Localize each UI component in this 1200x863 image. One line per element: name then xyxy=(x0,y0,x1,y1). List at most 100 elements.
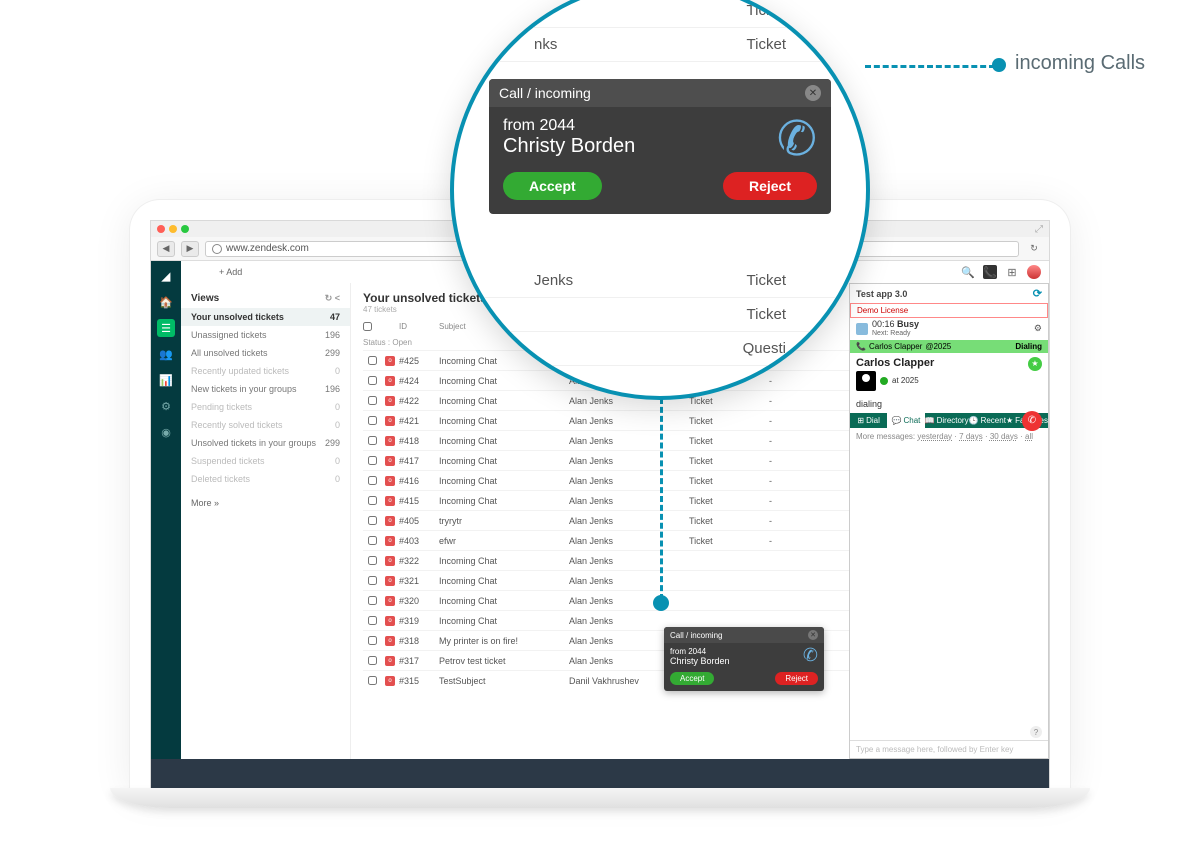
status-badge: o xyxy=(385,556,395,566)
table-row: nksTicket xyxy=(454,28,866,62)
add-tab[interactable]: + Add xyxy=(219,267,242,277)
view-item[interactable]: Your unsolved tickets47 xyxy=(181,308,350,326)
logo-icon[interactable]: ◢ xyxy=(157,267,175,285)
view-item[interactable]: Recently updated tickets0 xyxy=(181,362,350,380)
row-checkbox[interactable] xyxy=(368,376,377,385)
view-item[interactable]: Recently solved tickets0 xyxy=(181,416,350,434)
help-icon[interactable]: ? xyxy=(1030,726,1042,738)
view-item[interactable]: Suspended tickets0 xyxy=(181,452,350,470)
reports-icon[interactable]: 📊 xyxy=(157,371,175,389)
row-checkbox[interactable] xyxy=(368,416,377,425)
more-messages-link[interactable]: 7 days xyxy=(959,432,983,441)
ticket-row[interactable]: o#416Incoming ChatAlan JenksTicket- xyxy=(363,470,849,490)
reject-button[interactable]: Reject xyxy=(723,172,817,200)
row-checkbox[interactable] xyxy=(368,616,377,625)
ticket-row[interactable]: o#421Incoming ChatAlan JenksTicket- xyxy=(363,410,849,430)
row-checkbox[interactable] xyxy=(368,676,377,685)
tab-icon: 💬 xyxy=(892,416,902,425)
status-badge: o xyxy=(385,616,395,626)
row-checkbox[interactable] xyxy=(368,436,377,445)
view-item[interactable]: All unsolved tickets299 xyxy=(181,344,350,362)
forward-button[interactable]: ▶ xyxy=(181,241,199,257)
view-item[interactable]: Deleted tickets0 xyxy=(181,470,350,488)
panel-tab[interactable]: 🕒 Recent xyxy=(969,413,1006,428)
more-views[interactable]: More » xyxy=(181,488,350,518)
close-icon[interactable]: ✕ xyxy=(805,85,821,101)
users-icon[interactable]: 👥 xyxy=(157,345,175,363)
row-checkbox[interactable] xyxy=(368,476,377,485)
row-checkbox[interactable] xyxy=(368,596,377,605)
reject-button[interactable]: Reject xyxy=(775,672,818,685)
more-messages-link[interactable]: all xyxy=(1025,432,1033,441)
row-checkbox[interactable] xyxy=(368,396,377,405)
settings-icon[interactable]: ⚙ xyxy=(157,397,175,415)
col-id[interactable]: ID xyxy=(399,322,439,333)
accept-button[interactable]: Accept xyxy=(503,172,602,200)
magnifier-circle: TicketnksTicket Call / incoming ✕ from 2… xyxy=(450,0,870,400)
grid-icon[interactable]: ⊞ xyxy=(1005,265,1019,279)
more-messages-row: More messages: yesterday · 7 days · 30 d… xyxy=(850,428,1048,445)
panel-tab[interactable]: 📖 Directory xyxy=(925,413,969,428)
chat-input[interactable]: Type a message here, followed by Enter k… xyxy=(850,740,1048,758)
row-checkbox[interactable] xyxy=(368,356,377,365)
accept-button[interactable]: Accept xyxy=(670,672,714,685)
status-badge: o xyxy=(385,496,395,506)
close-icon[interactable]: ✕ xyxy=(808,630,818,640)
row-checkbox[interactable] xyxy=(368,576,377,585)
row-checkbox[interactable] xyxy=(368,656,377,665)
popup-title-zoom: Call / incoming xyxy=(499,85,591,101)
view-item[interactable]: Unassigned tickets196 xyxy=(181,326,350,344)
favorite-star-icon[interactable]: ★ xyxy=(1028,357,1042,371)
more-messages-link[interactable]: yesterday xyxy=(917,432,952,441)
search-icon[interactable]: 🔍 xyxy=(961,265,975,279)
refresh-views-icon[interactable]: ↻ < xyxy=(325,293,340,304)
agent-status-row[interactable]: 00:16 Busy Next: Ready ⚙ xyxy=(850,318,1048,340)
panel-tab[interactable]: ⊞ Dial xyxy=(850,413,887,428)
incoming-call-popup-zoom: Call / incoming ✕ from 2044 Christy Bord… xyxy=(489,79,831,214)
max-dot[interactable] xyxy=(181,225,189,233)
popup-title: Call / incoming xyxy=(670,631,722,640)
min-dot[interactable] xyxy=(169,225,177,233)
panel-refresh-icon[interactable]: ⟳ xyxy=(1033,287,1042,300)
row-checkbox[interactable] xyxy=(368,636,377,645)
home-icon[interactable]: 🏠 xyxy=(157,293,175,311)
hangup-button[interactable]: ✆ xyxy=(1022,411,1042,431)
ticket-row[interactable]: o#418Incoming ChatAlan JenksTicket- xyxy=(363,430,849,450)
panel-tab[interactable]: 💬 Chat xyxy=(887,413,924,428)
status-badge: o xyxy=(385,396,395,406)
ticket-row[interactable]: o#322Incoming ChatAlan Jenks xyxy=(363,550,849,570)
back-button[interactable]: ◀ xyxy=(157,241,175,257)
row-checkbox[interactable] xyxy=(368,556,377,565)
caller-ext: at 2025 xyxy=(892,376,919,385)
select-all-checkbox[interactable] xyxy=(363,322,372,331)
view-item[interactable]: Unsolved tickets in your groups299 xyxy=(181,434,350,452)
gear-icon[interactable]: ⚙ xyxy=(1034,323,1042,334)
status-badge: o xyxy=(385,676,395,686)
view-item[interactable]: New tickets in your groups196 xyxy=(181,380,350,398)
ticket-row[interactable]: o#403efwrAlan JenksTicket- xyxy=(363,530,849,550)
row-checkbox[interactable] xyxy=(368,536,377,545)
reload-button[interactable]: ↻ xyxy=(1025,241,1043,257)
phone-app-icon[interactable]: 📞 xyxy=(983,265,997,279)
phone-icon: ✆ xyxy=(777,111,817,167)
expand-icon[interactable]: ⤢ xyxy=(1035,224,1043,235)
row-checkbox[interactable] xyxy=(368,456,377,465)
ticket-row[interactable]: o#320Incoming ChatAlan Jenks xyxy=(363,590,849,610)
avatar[interactable] xyxy=(1027,265,1041,279)
ticket-row[interactable]: o#405tryrytrAlan JenksTicket- xyxy=(363,510,849,530)
views-icon[interactable]: ☰ xyxy=(157,319,175,337)
ticket-row[interactable]: o#417Incoming ChatAlan JenksTicket- xyxy=(363,450,849,470)
panel-tabs: ⊞ Dial💬 Chat📖 Directory🕒 Recent★ Favorit… xyxy=(850,413,1048,428)
chat-area: ? Type a message here, followed by Enter… xyxy=(850,445,1048,758)
status-badge: o xyxy=(385,476,395,486)
apps-icon[interactable]: ◉ xyxy=(157,423,175,441)
tab-icon: ★ xyxy=(1006,416,1013,425)
close-dot[interactable] xyxy=(157,225,165,233)
status-badge: o xyxy=(385,376,395,386)
more-messages-link[interactable]: 30 days xyxy=(990,432,1018,441)
row-checkbox[interactable] xyxy=(368,516,377,525)
ticket-row[interactable]: o#415Incoming ChatAlan JenksTicket- xyxy=(363,490,849,510)
view-item[interactable]: Pending tickets0 xyxy=(181,398,350,416)
ticket-row[interactable]: o#321Incoming ChatAlan Jenks xyxy=(363,570,849,590)
row-checkbox[interactable] xyxy=(368,496,377,505)
